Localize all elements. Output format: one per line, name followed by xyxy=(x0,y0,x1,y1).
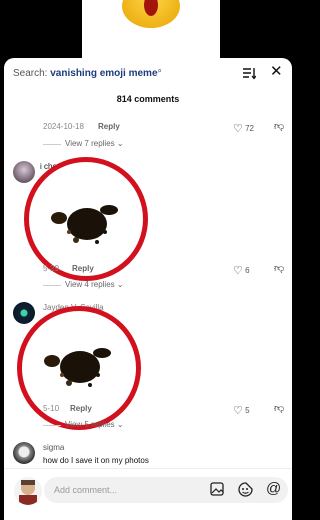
comment-input-placeholder: Add comment... xyxy=(54,485,118,495)
image-icon[interactable] xyxy=(210,482,224,499)
red-circle-image[interactable] xyxy=(24,157,148,281)
emoji-blob-image xyxy=(51,205,118,244)
chevron-down-icon: ⌄ xyxy=(116,139,124,148)
avatar[interactable] xyxy=(13,302,35,324)
replies-divider xyxy=(43,425,61,426)
comment-composer: Add comment... @ xyxy=(4,468,292,520)
view-replies-label: View 4 replies xyxy=(65,280,115,289)
replies-divider xyxy=(43,144,61,145)
like-button[interactable]: ♡ 5 xyxy=(233,403,250,417)
comment-date: 2024-10-18 xyxy=(43,122,84,131)
like-button[interactable]: ♡ 6 xyxy=(233,263,250,277)
view-replies-label: View 7 replies xyxy=(65,139,115,148)
view-replies-button[interactable]: View 5 replies ⌄ xyxy=(65,420,124,429)
reply-button[interactable]: Reply xyxy=(98,122,120,131)
heart-icon: ♡ xyxy=(233,123,243,135)
reply-button[interactable]: Reply xyxy=(70,404,92,413)
like-count: 5 xyxy=(245,406,250,415)
comments-header: Search: vanishing emoji meme⌕ ✕ xyxy=(4,58,292,90)
comment-input[interactable]: Add comment... @ xyxy=(44,477,288,503)
search-query[interactable]: Search: vanishing emoji meme⌕ xyxy=(13,66,162,79)
comment-text: how do I save it on my photos xyxy=(43,456,149,465)
avatar[interactable] xyxy=(13,161,35,183)
chevron-down-icon: ⌄ xyxy=(116,420,124,429)
search-term: vanishing emoji meme xyxy=(50,68,158,79)
sticker-icon[interactable] xyxy=(238,482,253,500)
comment-count: 814 comments xyxy=(116,94,180,104)
search-icon: ⌕ xyxy=(157,66,162,75)
emoji-blob-image xyxy=(44,348,111,387)
view-replies-button[interactable]: View 4 replies ⌄ xyxy=(65,280,124,289)
comment-username[interactable]: sigma xyxy=(43,443,64,452)
video-preview xyxy=(0,0,292,58)
like-count: 72 xyxy=(245,124,255,133)
like-count: 6 xyxy=(245,266,250,275)
avatar[interactable] xyxy=(13,442,35,464)
view-replies-label: View 5 replies xyxy=(65,420,115,429)
comment-date: 5-10 xyxy=(43,404,60,413)
emoji-mouth xyxy=(144,0,158,16)
comments-sheet: Search: vanishing emoji meme⌕ ✕ 814 comm… xyxy=(4,58,292,520)
close-icon[interactable]: ✕ xyxy=(270,64,283,79)
view-replies-button[interactable]: View 7 replies ⌄ xyxy=(65,139,124,148)
dislike-icon[interactable]: 👎︎ xyxy=(274,120,284,132)
replies-divider xyxy=(43,285,61,286)
search-prefix: Search: xyxy=(13,68,48,79)
avatar-figure-icon xyxy=(19,480,37,505)
mention-icon[interactable]: @ xyxy=(266,480,281,497)
like-button[interactable]: ♡ 72 xyxy=(233,121,255,135)
dislike-icon[interactable]: 👎︎ xyxy=(274,402,284,414)
comment-date: 5-29 xyxy=(43,264,60,273)
sort-icon[interactable] xyxy=(242,66,256,80)
heart-icon: ♡ xyxy=(233,265,243,277)
chevron-down-icon: ⌄ xyxy=(116,280,124,289)
my-avatar[interactable] xyxy=(14,477,42,505)
reply-button[interactable]: Reply xyxy=(72,264,94,273)
dislike-icon[interactable]: 👎︎ xyxy=(274,262,284,274)
heart-icon: ♡ xyxy=(233,405,243,417)
